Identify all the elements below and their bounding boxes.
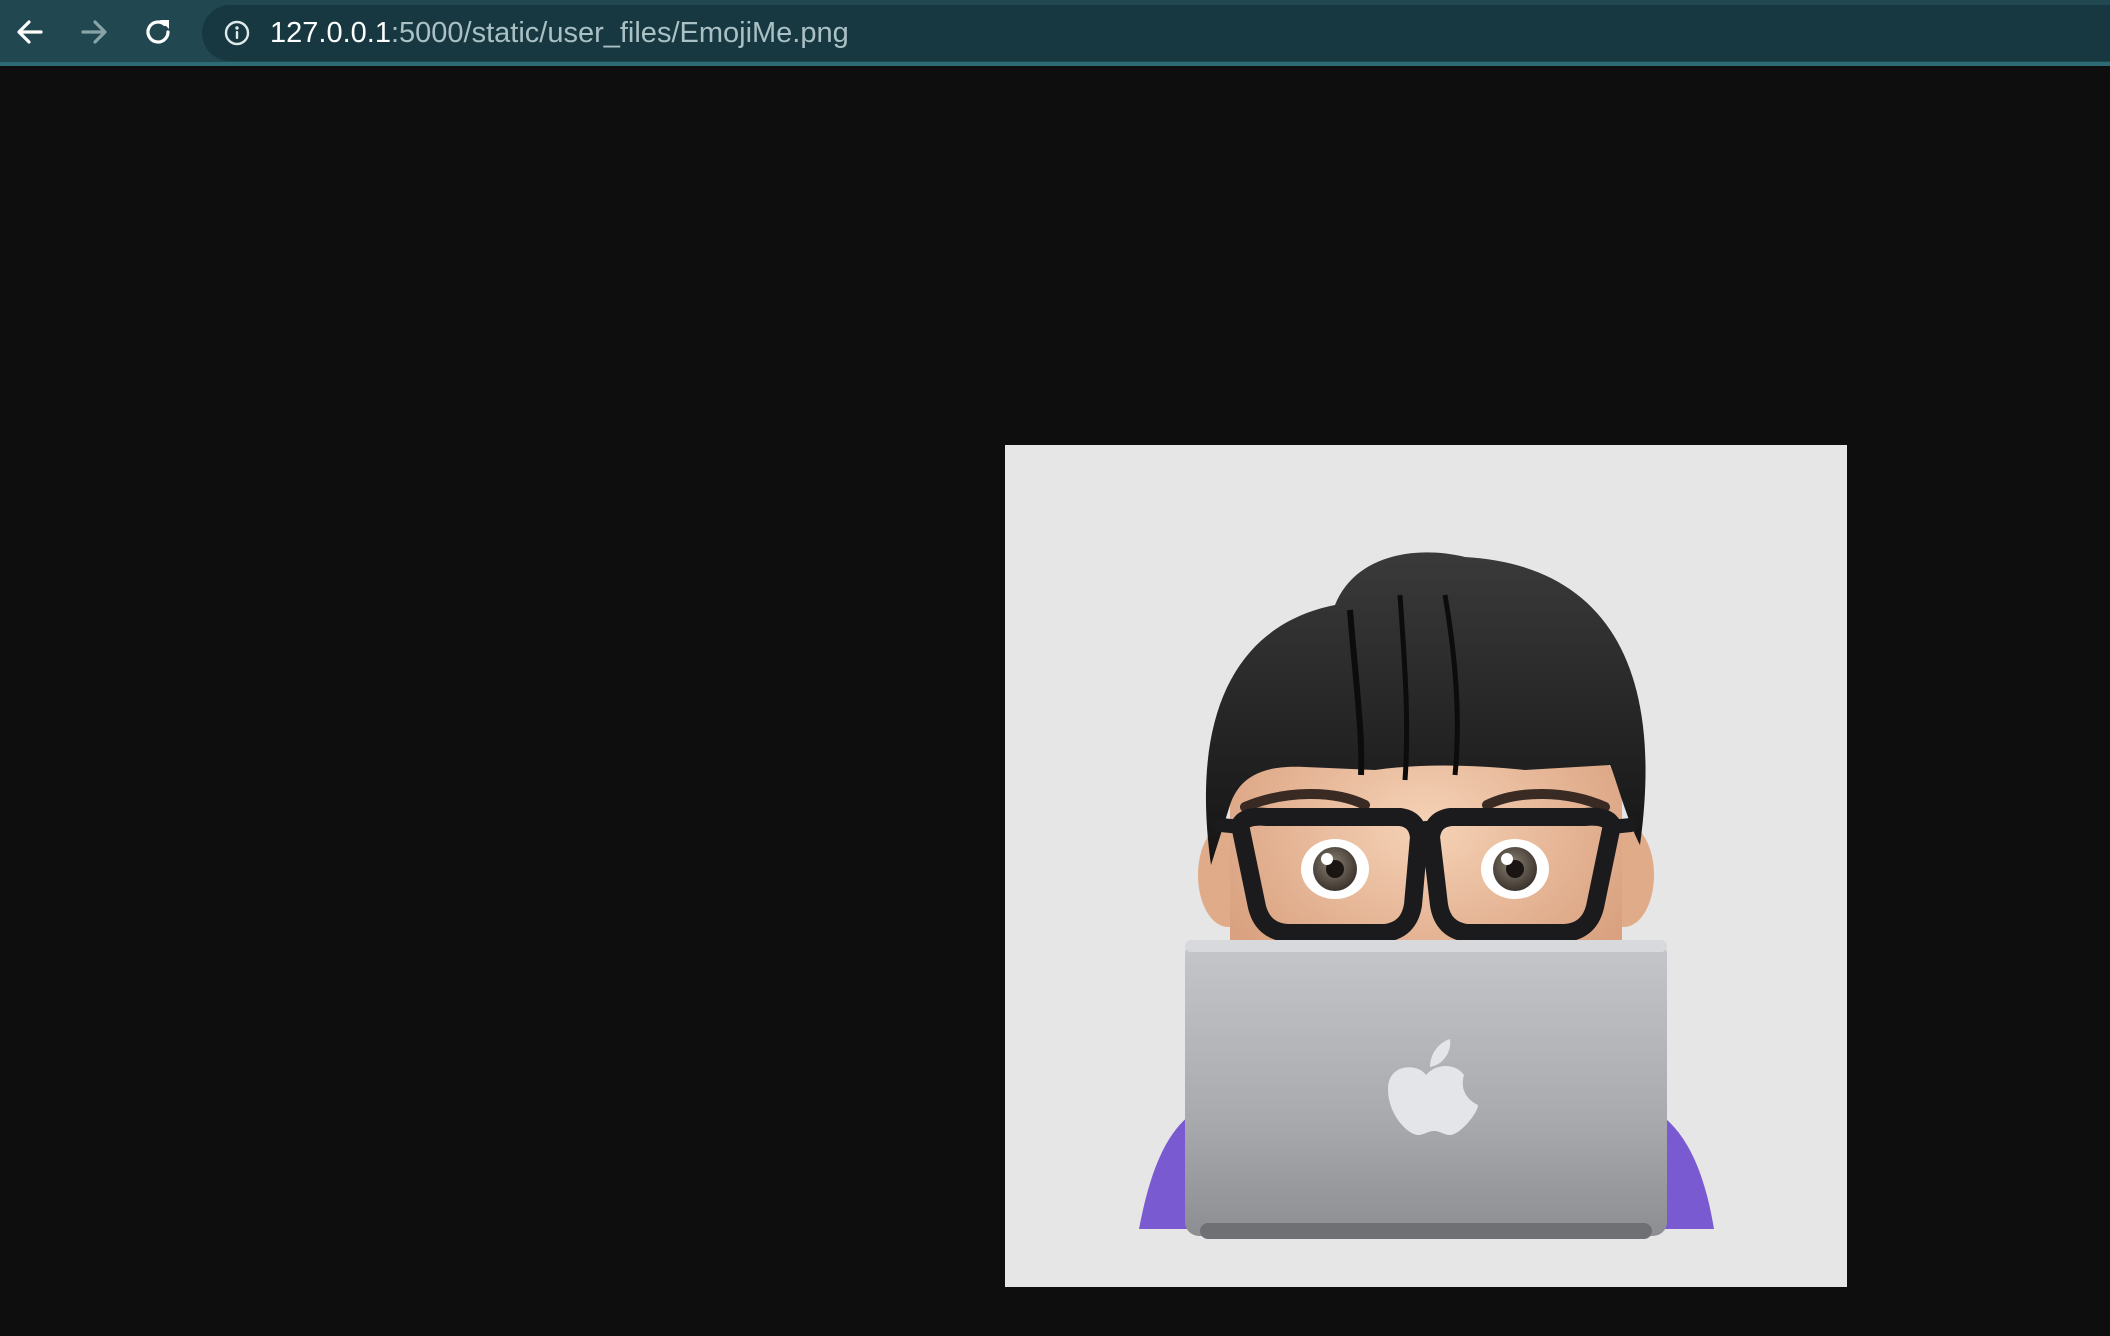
back-button[interactable] [7,9,53,55]
url-host: 127.0.0.1 [270,17,391,49]
url-text[interactable]: 127.0.0.1:5000/static/user_files/EmojiMe… [270,5,849,61]
reload-button[interactable] [135,9,181,55]
image-viewer [0,66,2110,1336]
arrow-left-icon [17,20,43,44]
arrow-right-icon [81,20,107,44]
browser-toolbar: 127.0.0.1:5000/static/user_files/EmojiMe… [0,0,2110,66]
memoji-illustration [1139,552,1714,1239]
info-circle-icon[interactable] [224,20,250,46]
forward-button[interactable] [71,9,117,55]
url-path: :5000/static/user_files/EmojiMe.png [390,17,849,49]
address-bar[interactable]: 127.0.0.1:5000/static/user_files/EmojiMe… [202,5,2110,61]
memoji-laptop-image[interactable] [1005,445,1847,1287]
reload-icon [146,20,170,44]
